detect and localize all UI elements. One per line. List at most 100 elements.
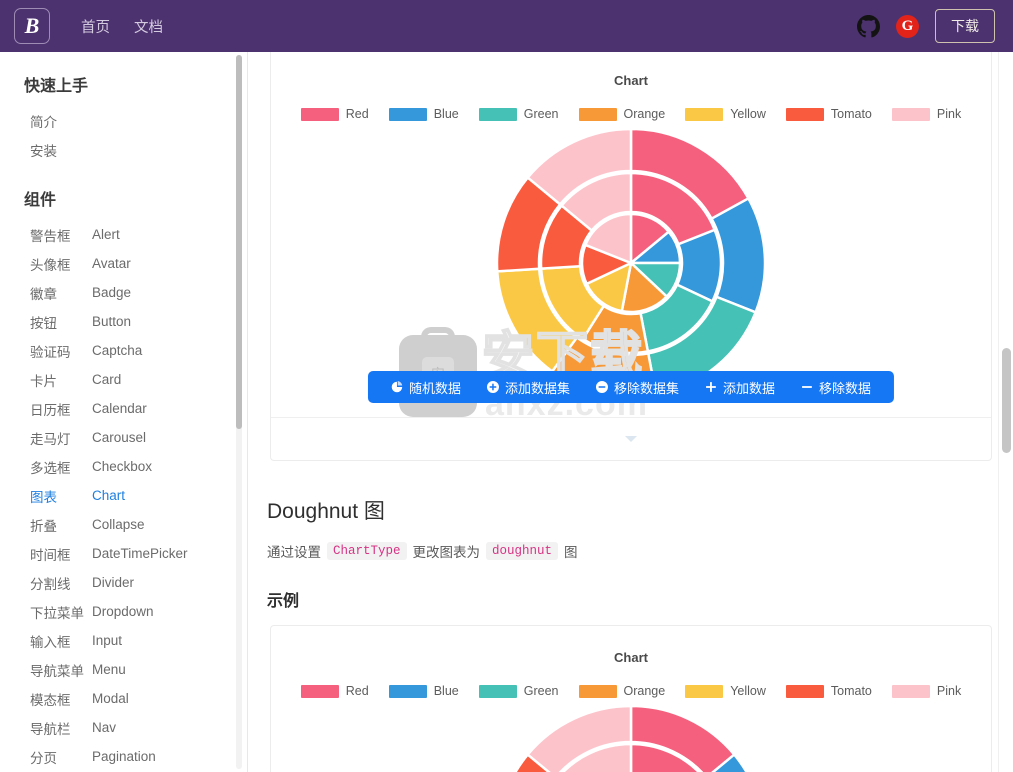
sidebar-item-intro[interactable]: 简介 (0, 106, 247, 135)
main-scrollbar[interactable] (998, 52, 1013, 772)
legend-item[interactable]: Blue (388, 107, 459, 121)
legend-label: Pink (936, 107, 962, 121)
main-content: Chart Red Blue Green Orange Yellow Tomato Pink… (249, 52, 1013, 772)
legend-label: Green (523, 684, 559, 698)
pie-chart-card: Chart Red Blue Green Orange Yellow Tomato Pink… (270, 52, 992, 461)
sidebar-item-carousel[interactable]: 走马灯 Carousel (0, 423, 247, 452)
sidebar-item-install[interactable]: 安装 (0, 135, 247, 164)
legend-label: Red (345, 107, 369, 121)
legend-item[interactable]: Orange (578, 107, 666, 121)
sidebar-item-calendar[interactable]: 日历框 Calendar (0, 394, 247, 423)
sidebar-item-nav[interactable]: 导航栏 Nav (0, 713, 247, 742)
sidebar-item-badge[interactable]: 徽章 Badge (0, 278, 247, 307)
sidebar-item-label-cn: 日历框 (30, 402, 71, 418)
legend-swatch-yellow (685, 684, 724, 698)
legend-item[interactable]: Red (300, 107, 369, 121)
legend-swatch-pink (891, 684, 930, 698)
sidebar-item-modal[interactable]: 模态框 Modal (0, 684, 247, 713)
card-collapse-toggle[interactable] (271, 417, 991, 460)
pie-chart-area[interactable] (289, 129, 973, 397)
doughnut-section-heading: Doughnut 图 (267, 500, 385, 523)
sidebar-item-label-cn: 警告框 (30, 228, 71, 244)
legend-item[interactable]: Pink (891, 107, 962, 121)
desc-suffix: 图 (564, 545, 578, 560)
legend-swatch-tomato (785, 684, 824, 698)
sidebar-item-avatar[interactable]: 头像框 Avatar (0, 249, 247, 278)
legend-item[interactable]: Blue (388, 684, 459, 698)
legend-label: Tomato (830, 107, 872, 121)
github-icon[interactable] (857, 14, 880, 38)
sidebar-item-chart[interactable]: 图表 Chart (0, 481, 247, 510)
sidebar-item-alert[interactable]: 警告框 Alert (0, 220, 247, 249)
sidebar-item-label-en: Dropdown (92, 604, 154, 619)
legend-item[interactable]: Green (478, 107, 559, 121)
sidebar-item-divider[interactable]: 分割线 Divider (0, 568, 247, 597)
sidebar-item-pagination[interactable]: 分页 Pagination (0, 742, 247, 771)
gitee-icon[interactable]: G (896, 14, 919, 38)
brand-logo-letter: B (24, 13, 40, 38)
sidebar-item-captcha[interactable]: 验证码 Captcha (0, 336, 247, 365)
sidebar-item-label-cn: 简介 (30, 114, 57, 130)
legend-item[interactable]: Green (478, 684, 559, 698)
toolbar-button-plus[interactable]: 添加数据 (692, 378, 788, 397)
legend-item[interactable]: Red (300, 684, 369, 698)
sidebar-scrollbar[interactable] (236, 55, 242, 769)
toolbar-button-minus-circle[interactable]: 移除数据集 (583, 378, 692, 397)
sidebar-item-collapse[interactable]: 折叠 Collapse (0, 510, 247, 539)
toolbar-button-minus[interactable]: 移除数据 (788, 378, 884, 397)
nav-home[interactable]: 首页 (81, 16, 110, 37)
legend-item[interactable]: Tomato (785, 684, 872, 698)
toolbar-button-plus-circle[interactable]: 添加数据集 (474, 378, 583, 397)
legend-label: Tomato (830, 684, 872, 698)
doughnut-chart-graphic[interactable] (497, 706, 765, 772)
legend-swatch-tomato (785, 107, 824, 121)
example-heading: 示例 (267, 593, 300, 610)
sidebar-item-input[interactable]: 输入框 Input (0, 626, 247, 655)
sidebar-item-label-en: Captcha (92, 343, 143, 358)
toolbar-button-label: 移除数据集 (613, 380, 680, 396)
sidebar-scrollbar-thumb[interactable] (236, 55, 242, 429)
sidebar-item-label-en: Avatar (92, 256, 131, 271)
legend-label: Orange (623, 107, 666, 121)
sidebar-item-label-cn: 下拉菜单 (30, 605, 84, 621)
legend-swatch-blue (388, 684, 427, 698)
sidebar-item-label-cn: 导航菜单 (30, 663, 84, 679)
legend-swatch-blue (388, 107, 427, 121)
sidebar-item-label-cn: 徽章 (30, 286, 57, 302)
pie-chart-graphic[interactable] (497, 129, 765, 397)
legend-item[interactable]: Pink (891, 684, 961, 698)
app-header: B 首页 文档 G 下载 (0, 0, 1013, 52)
sidebar-item-button[interactable]: 按钮 Button (0, 307, 247, 336)
legend-swatch-green (478, 107, 517, 121)
legend-item[interactable]: Orange (578, 684, 665, 698)
main-scrollbar-thumb[interactable] (1002, 348, 1011, 453)
toolbar-button-pie-chart[interactable]: 随机数据 (378, 378, 474, 397)
download-button[interactable]: 下载 (935, 9, 995, 43)
sidebar-item-label-en: Button (92, 314, 132, 329)
sidebar-item-label-en: Badge (92, 285, 132, 300)
sidebar-item-label-en: Pagination (92, 749, 156, 764)
sidebar-item-datetimepicker[interactable]: 时间框 DateTimePicker (0, 539, 247, 568)
pie-chart-card-body: Chart Red Blue Green Orange Yellow Tomato Pink… (271, 52, 991, 421)
sidebar-item-label-en: Alert (92, 227, 120, 242)
gitee-letter: G (901, 17, 914, 34)
legend-item[interactable]: Tomato (785, 107, 872, 121)
legend-label: Red (345, 684, 369, 698)
sidebar-item-label-cn: 折叠 (30, 518, 57, 534)
sidebar-item-checkbox[interactable]: 多选框 Checkbox (0, 452, 247, 481)
desc-middle: 更改图表为 (412, 545, 481, 560)
pie-chart-icon (391, 381, 403, 393)
sidebar-item-card[interactable]: 卡片 Card (0, 365, 247, 394)
toolbar-button-label: 随机数据 (408, 380, 461, 396)
legend-item[interactable]: Yellow (685, 684, 766, 698)
sidebar-item-dropdown[interactable]: 下拉菜单 Dropdown (0, 597, 247, 626)
sidebar-item-label-cn: 时间框 (30, 547, 71, 563)
doughnut-chart-area[interactable] (289, 706, 973, 772)
sidebar-item-label-cn: 模态框 (30, 692, 71, 708)
legend-item[interactable]: Yellow (685, 107, 766, 121)
sidebar: 快速上手 简介 安装 组件 警告框 Alert 头像框 Avatar 徽章 Badge 按钮… (0, 52, 248, 772)
legend-swatch-orange (578, 107, 617, 121)
brand-logo[interactable]: B (14, 8, 50, 44)
nav-docs[interactable]: 文档 (134, 16, 163, 37)
sidebar-item-menu[interactable]: 导航菜单 Menu (0, 655, 247, 684)
